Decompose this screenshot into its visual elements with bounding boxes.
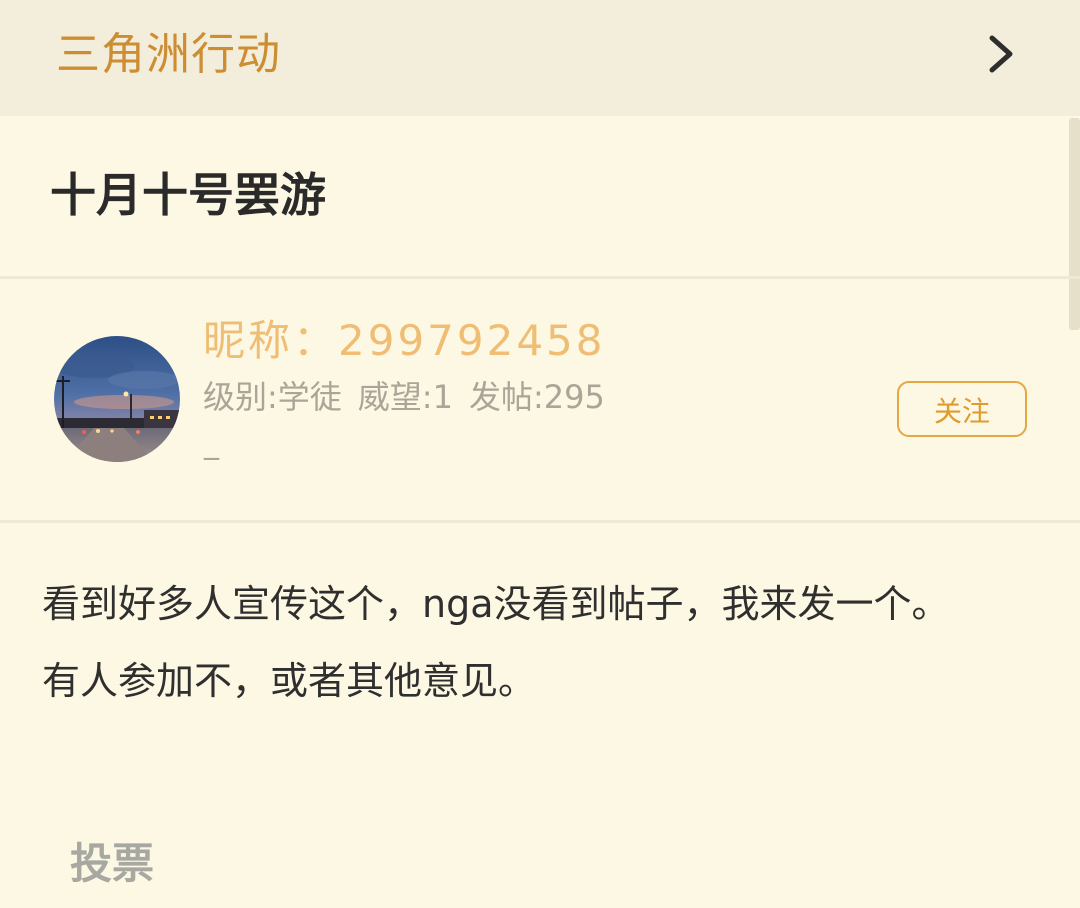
- divider: [0, 520, 1080, 523]
- post-paragraph: 看到好多人宣传这个，nga没看到帖子，我来发一个。: [42, 582, 950, 626]
- divider: [0, 276, 1080, 279]
- scrollbar[interactable]: [1069, 118, 1080, 330]
- author-signature: _: [204, 426, 219, 461]
- author-prestige: 威望:1: [357, 378, 453, 416]
- author-nickname[interactable]: 昵称：299792458: [203, 312, 606, 370]
- post-paragraph: 有人参加不，或者其他意见。: [42, 659, 537, 703]
- thread-title: 十月十号罢游: [50, 168, 326, 222]
- forum-header-bar[interactable]: 三角洲行动: [0, 0, 1080, 116]
- follow-button[interactable]: 关注: [897, 381, 1027, 437]
- author-level: 级别:学徒: [203, 378, 342, 416]
- avatar-photo-icon: [54, 336, 180, 462]
- author-post-count: 发帖:295: [468, 378, 605, 416]
- forum-name[interactable]: 三角洲行动: [56, 24, 281, 86]
- post-content: 看到好多人宣传这个，nga没看到帖子，我来发一个。 有人参加不，或者其他意见。: [42, 566, 1032, 720]
- author-stats: 级别:学徒 威望:1 发帖:295: [203, 372, 605, 422]
- chevron-right-icon[interactable]: [984, 32, 1020, 76]
- vote-heading: 投票: [70, 839, 155, 888]
- avatar[interactable]: [54, 336, 180, 462]
